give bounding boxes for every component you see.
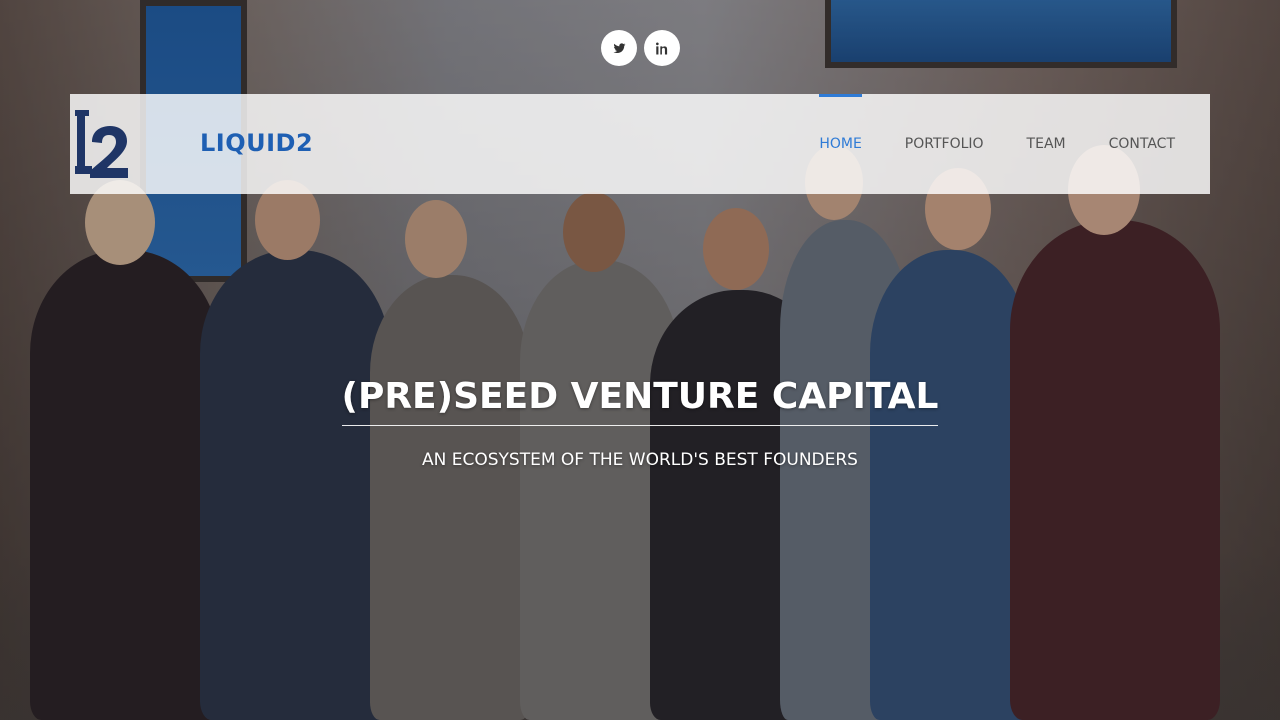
hero-text: (PRE)SEED VENTURE CAPITAL AN ECOSYSTEM O…: [0, 376, 1280, 470]
social-links: [601, 30, 680, 66]
main-nav: HOME PORTFOLIO TEAM CONTACT: [819, 94, 1175, 194]
nav-item-team[interactable]: TEAM: [1027, 94, 1066, 194]
linkedin-icon: [655, 42, 667, 54]
hero-subtitle: AN ECOSYSTEM OF THE WORLD'S BEST FOUNDER…: [422, 450, 858, 470]
twitter-link[interactable]: [601, 30, 637, 66]
hero-section: LIQUID2 HOME PORTFOLIO TEAM CONTACT (PRE…: [0, 0, 1280, 720]
twitter-icon: [613, 42, 625, 53]
navbar: LIQUID2 HOME PORTFOLIO TEAM CONTACT: [70, 94, 1210, 194]
liquid2-logo[interactable]: [72, 108, 130, 180]
nav-item-portfolio[interactable]: PORTFOLIO: [905, 94, 984, 194]
hero-title: (PRE)SEED VENTURE CAPITAL: [341, 376, 939, 426]
nav-item-contact[interactable]: CONTACT: [1109, 94, 1175, 194]
brand-name[interactable]: LIQUID2: [200, 129, 313, 157]
nav-item-home[interactable]: HOME: [819, 94, 863, 194]
linkedin-link[interactable]: [644, 30, 680, 66]
